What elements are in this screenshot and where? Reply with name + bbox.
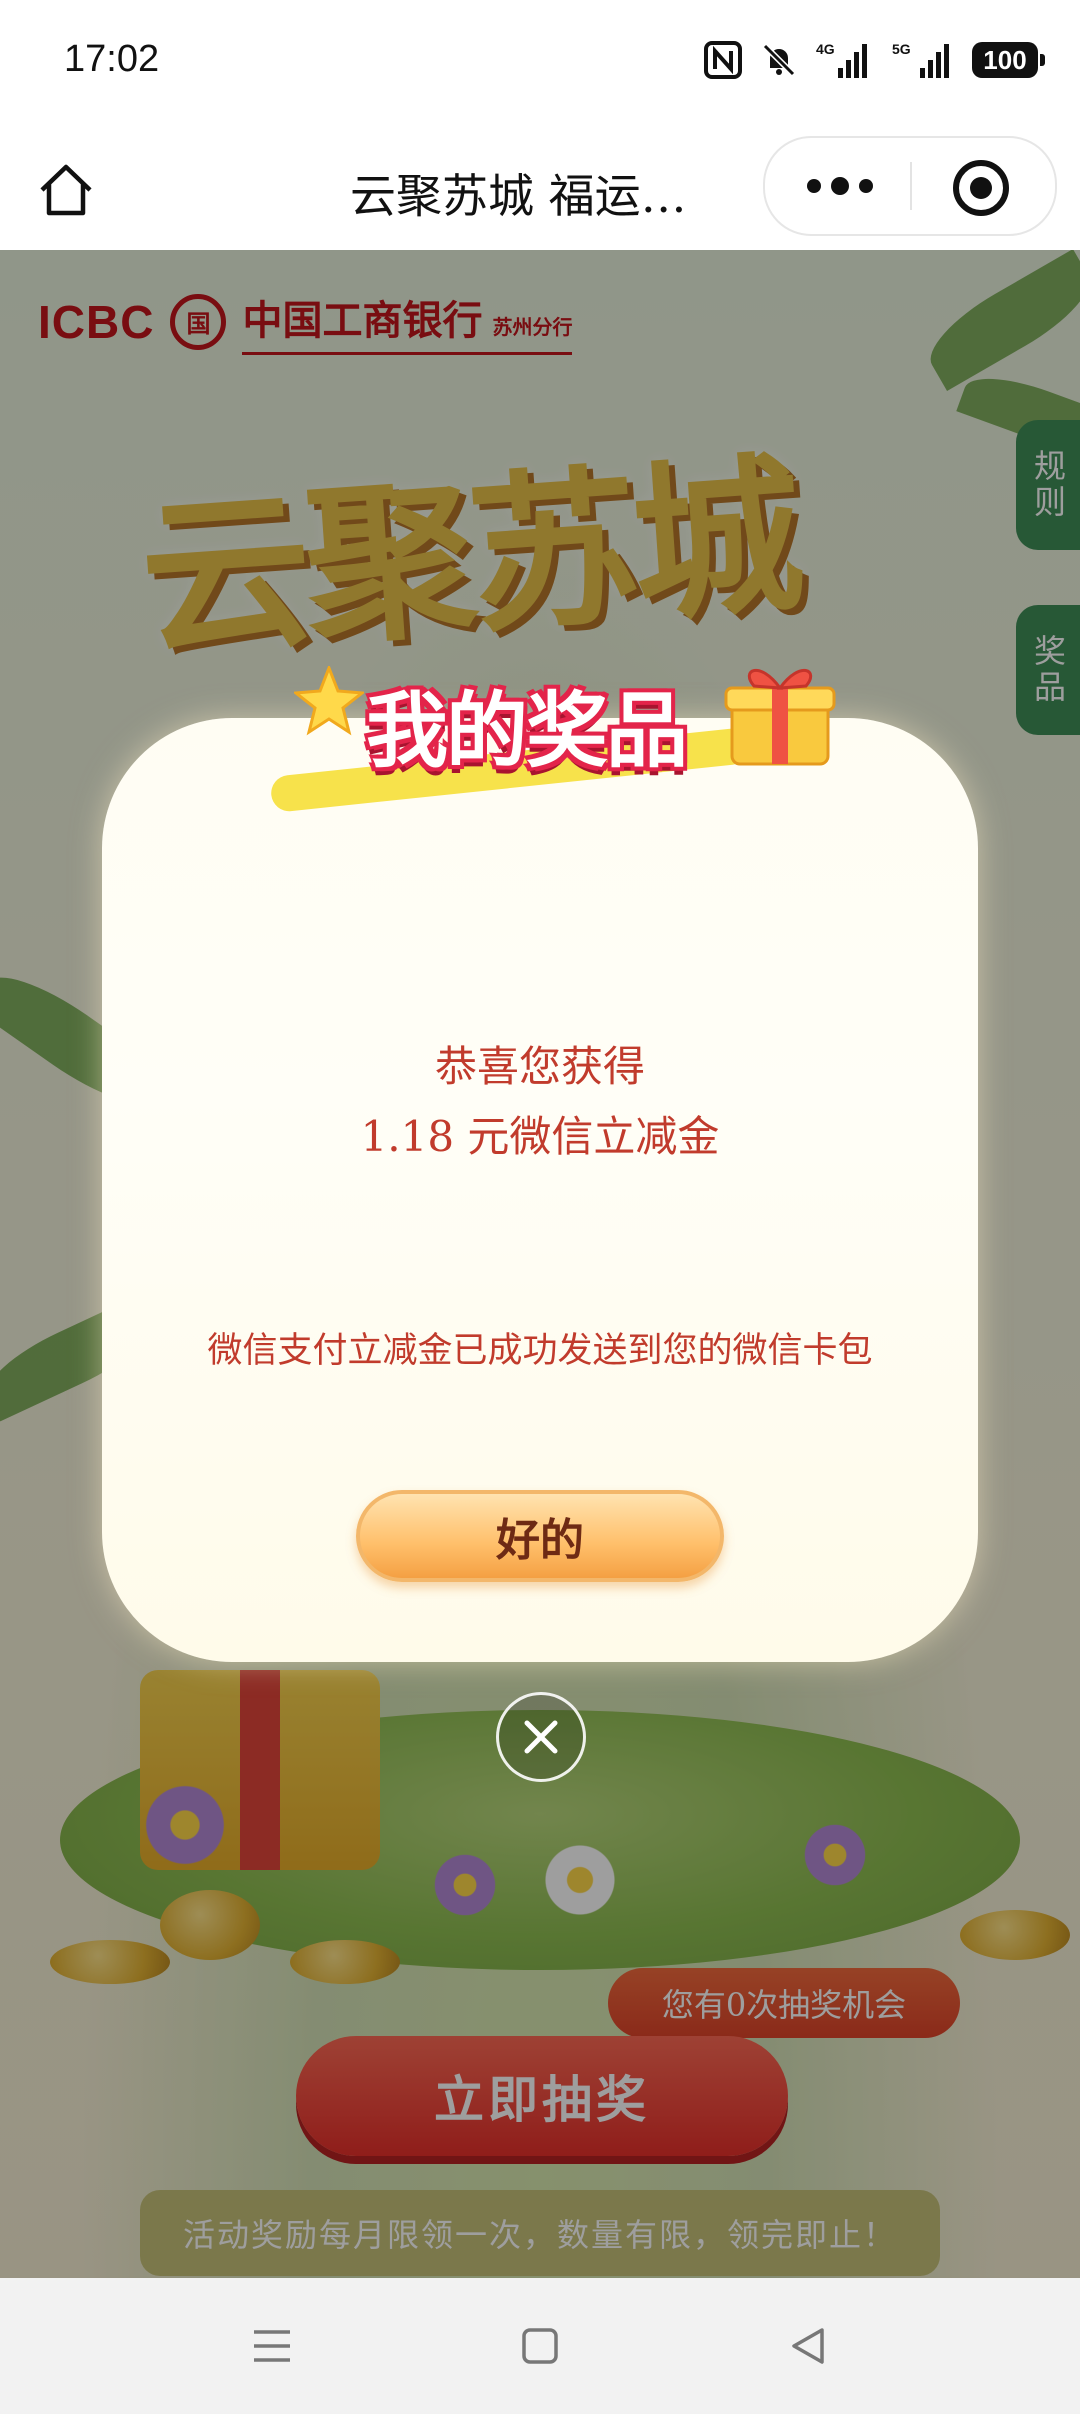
prize-amount: 1.18 元微信立减金 xyxy=(360,1112,720,1161)
back-triangle-icon xyxy=(792,2328,824,2364)
modal-title-banner: 我的奖品 xyxy=(269,644,836,814)
status-time: 17:02 xyxy=(64,38,160,80)
signal-5g-icon: 5G xyxy=(892,41,949,78)
congrats-line-1: 恭喜您获得 xyxy=(434,1042,645,1091)
ok-button[interactable]: 好的 xyxy=(356,1490,724,1582)
status-icons: 4G 5G 100 xyxy=(704,40,1045,80)
gift-box-icon xyxy=(724,668,836,766)
network-5g-label: 5G xyxy=(892,41,911,57)
delivery-note: 微信支付立减金已成功发送到您的微信卡包 xyxy=(207,1331,873,1371)
nav-header: 云聚苏城 福运… xyxy=(0,130,1080,250)
system-back-button[interactable] xyxy=(784,2322,832,2370)
battery-indicator: 100 xyxy=(972,42,1045,78)
more-dots-icon xyxy=(807,179,821,193)
home-icon xyxy=(40,164,92,216)
close-icon xyxy=(524,1720,558,1754)
capsule-divider xyxy=(910,162,912,210)
status-bar: 17:02 4G 5G 100 xyxy=(0,0,1080,130)
home-button[interactable] xyxy=(30,154,102,226)
system-nav-bar xyxy=(0,2278,1080,2414)
system-home-button[interactable] xyxy=(516,2322,564,2370)
page-title: 云聚苏城 福运… xyxy=(350,169,687,223)
network-4g-label: 4G xyxy=(816,41,835,57)
nfc-icon xyxy=(704,41,742,79)
menu-button[interactable] xyxy=(248,2322,296,2370)
star-icon xyxy=(294,666,364,736)
more-button[interactable] xyxy=(795,164,885,208)
menu-icon xyxy=(254,2330,290,2362)
close-button[interactable] xyxy=(496,1692,586,1782)
capsule-menu xyxy=(763,136,1057,236)
target-icon[interactable] xyxy=(953,160,1009,216)
modal-title: 我的奖品 xyxy=(366,683,688,779)
congrats-text: 恭喜您获得 1.18 元微信立减金 xyxy=(102,1032,978,1172)
mute-bell-icon xyxy=(762,43,796,77)
signal-4g-icon: 4G xyxy=(816,41,867,78)
square-home-icon xyxy=(522,2328,558,2364)
